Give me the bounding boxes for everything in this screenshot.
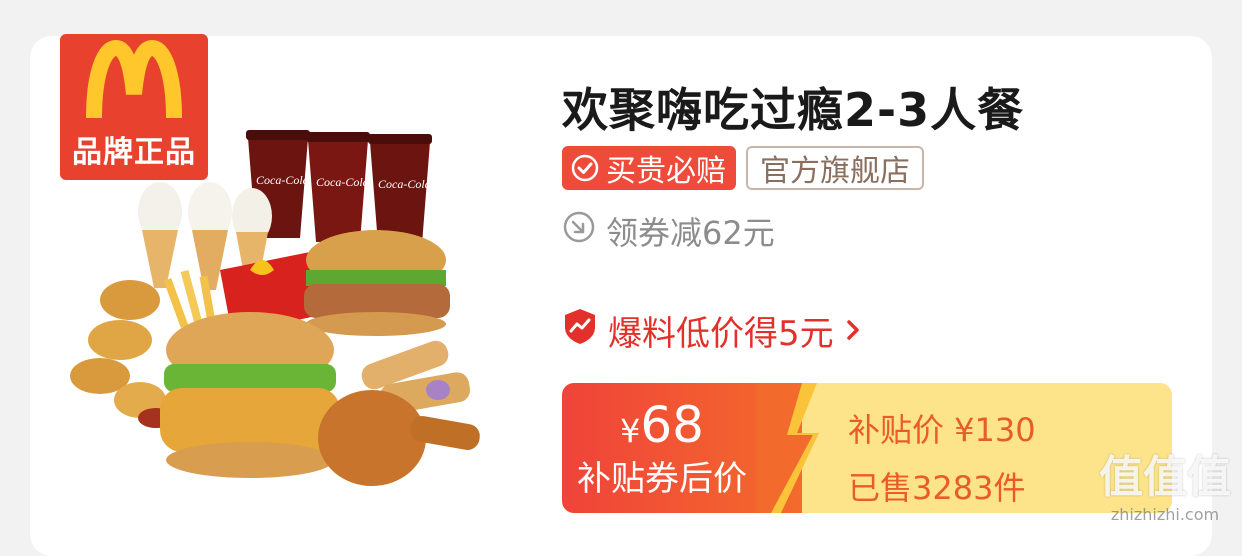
burger-main xyxy=(160,312,340,478)
tag-row: 买贵必赔 官方旗舰店 xyxy=(562,146,924,190)
check-circle-icon xyxy=(570,153,600,183)
product-image[interactable]: Coca-Cola Coca-Cola Coca-Cola xyxy=(60,120,500,520)
coupon-price-value: 68 xyxy=(640,396,704,454)
subsidy-price: 补贴价 ¥130 xyxy=(848,411,1036,449)
coupon-label: 领券减62元 xyxy=(606,214,775,252)
drumstick xyxy=(318,390,480,486)
lightning-bolt-icon xyxy=(757,383,847,513)
cola-cup-3: Coca-Cola xyxy=(368,134,432,244)
svg-text:Coca-Cola: Coca-Cola xyxy=(256,173,309,187)
brand-authentic-badge: 品牌正品 xyxy=(60,34,208,180)
svg-text:Coca-Cola: Coca-Cola xyxy=(316,175,369,189)
price-guarantee-tag[interactable]: 买贵必赔 xyxy=(562,146,736,190)
brand-badge-label: 品牌正品 xyxy=(72,135,196,170)
burger-top xyxy=(304,230,450,336)
nuggets xyxy=(70,280,174,428)
site-watermark: 值值值 zhizhizhi.com xyxy=(1090,452,1240,532)
sold-count: 已售3283件 xyxy=(848,469,1026,507)
coupon-price: ¥68 xyxy=(562,395,762,461)
watermark-logo: 值值值 xyxy=(1099,452,1231,503)
deal-link[interactable]: 爆料低价得5元 xyxy=(562,306,862,355)
price-bar[interactable]: ¥68 补贴券后价 补贴价 ¥130 已售3283件 xyxy=(562,383,1172,513)
svg-text:Coca-Cola: Coca-Cola xyxy=(378,177,431,191)
price-guarantee-label: 买贵必赔 xyxy=(606,154,726,189)
chevron-right-icon xyxy=(844,311,862,351)
trend-shield-icon xyxy=(562,307,598,354)
mcdonalds-logo-icon xyxy=(60,34,208,126)
arrow-circle-icon xyxy=(562,210,596,252)
official-store-tag[interactable]: 官方旗舰店 xyxy=(746,146,924,190)
coupon-row[interactable]: 领券减62元 xyxy=(562,208,775,254)
watermark-url: zhizhizhi.com xyxy=(1110,505,1220,524)
product-title[interactable]: 欢聚嗨吃过瘾2-3人餐 xyxy=(562,74,1024,140)
coupon-price-label: 补贴券后价 xyxy=(577,459,747,499)
currency-symbol: ¥ xyxy=(620,412,641,450)
cola-cup-2: Coca-Cola xyxy=(306,132,370,242)
deal-label: 爆料低价得5元 xyxy=(608,314,834,354)
